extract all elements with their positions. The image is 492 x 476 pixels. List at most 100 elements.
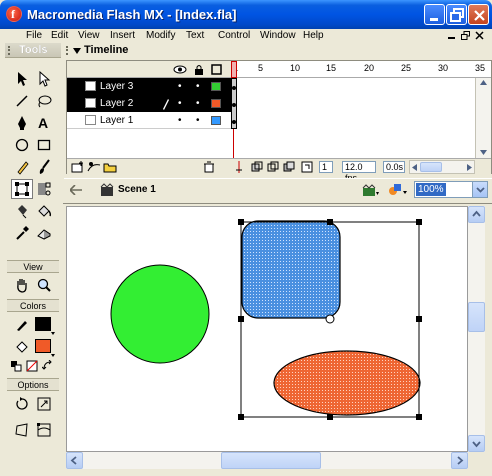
menu-modify[interactable]: Modify (146, 29, 175, 42)
mdi-restore-button[interactable] (461, 31, 470, 43)
lasso-tool[interactable] (33, 91, 55, 111)
scroll-down-button[interactable] (468, 435, 485, 452)
menu-control[interactable]: Control (218, 29, 250, 42)
trash-icon[interactable] (203, 161, 215, 173)
menu-file[interactable]: File (26, 29, 42, 42)
elapsed-time-field[interactable]: 0.0s (383, 161, 405, 173)
maximize-button[interactable] (446, 4, 467, 25)
scroll-left-button[interactable] (66, 452, 83, 469)
mdi-minimize-button[interactable] (447, 31, 456, 43)
close-button[interactable] (468, 4, 489, 25)
menu-text[interactable]: Text (186, 29, 204, 42)
text-tool[interactable]: A (33, 113, 55, 133)
eraser-tool[interactable] (33, 223, 55, 243)
current-frame-field[interactable]: 1 (319, 161, 333, 173)
stage-hscroll[interactable] (66, 452, 468, 469)
free-transform-tool[interactable] (11, 179, 33, 199)
swap-colors-button[interactable] (41, 359, 55, 373)
tools-panel-header[interactable]: Tools (5, 43, 61, 58)
edit-multiple-frames-icon[interactable] (283, 161, 296, 173)
outline-icon[interactable] (211, 64, 222, 75)
menu-view[interactable]: View (78, 29, 100, 42)
panel-grip-icon[interactable] (8, 46, 12, 55)
brush-tool[interactable] (33, 157, 55, 177)
paint-bucket-tool[interactable] (33, 201, 55, 221)
stroke-dropdown-icon[interactable] (51, 327, 55, 335)
pen-tool[interactable] (11, 113, 33, 133)
insert-layer-icon[interactable] (71, 161, 85, 173)
subselect-tool[interactable] (33, 69, 55, 89)
scroll-thumb[interactable] (468, 302, 485, 332)
blue-rounded-square-shape[interactable] (241, 220, 341, 319)
menu-window[interactable]: Window (260, 29, 296, 42)
layer-color-swatch[interactable] (211, 82, 221, 91)
menu-help[interactable]: Help (303, 29, 324, 42)
stage-vscroll[interactable] (468, 206, 485, 452)
layer-color-swatch[interactable] (211, 116, 221, 125)
insert-folder-icon[interactable] (103, 161, 117, 173)
frame-rate-field[interactable]: 12.0 fps (342, 161, 376, 183)
fill-dropdown-icon[interactable] (51, 349, 55, 357)
layer-row-3[interactable]: Layer 3 • • (67, 78, 231, 95)
timeline-header[interactable]: Timeline (64, 43, 492, 58)
hand-tool[interactable] (11, 275, 33, 295)
flash-app-icon[interactable]: f (6, 6, 22, 22)
eyedropper-tool[interactable] (11, 223, 33, 243)
fill-color-swatch[interactable] (35, 339, 51, 353)
lock-dot[interactable]: • (196, 95, 200, 112)
no-color-button[interactable] (25, 359, 39, 373)
mdi-close-button[interactable] (475, 31, 484, 43)
playhead[interactable] (231, 61, 237, 78)
pencil-tool[interactable] (11, 157, 33, 177)
modify-onion-markers-icon[interactable] (301, 161, 314, 173)
lock-dot[interactable]: • (196, 78, 200, 95)
scroll-up-button[interactable] (468, 206, 485, 223)
zoom-select[interactable]: 100% (414, 181, 488, 198)
green-circle-shape[interactable] (110, 264, 210, 364)
timeline-hscroll[interactable] (409, 160, 475, 174)
edit-symbols-icon[interactable] (388, 182, 408, 198)
envelope-option[interactable] (33, 420, 55, 440)
onion-skin-outlines-icon[interactable] (267, 161, 280, 173)
timeline-vscroll[interactable] (475, 78, 491, 158)
lock-dot[interactable]: • (196, 112, 200, 129)
lock-icon[interactable] (194, 64, 204, 75)
scroll-thumb[interactable] (221, 452, 321, 469)
stage-canvas[interactable] (66, 206, 468, 452)
visibility-dot[interactable]: • (178, 95, 182, 112)
default-colors-button[interactable] (9, 359, 23, 373)
layer-color-swatch[interactable] (211, 99, 221, 108)
menu-insert[interactable]: Insert (110, 29, 135, 42)
visibility-dot[interactable]: • (178, 78, 182, 95)
add-guide-layer-icon[interactable] (87, 161, 101, 173)
zoom-tool[interactable] (33, 275, 55, 295)
layer-row-2[interactable]: Layer 2 • • (67, 95, 231, 112)
menu-edit[interactable]: Edit (51, 29, 68, 42)
scroll-right-button[interactable] (451, 452, 468, 469)
frame-ruler[interactable]: 1 5 10 15 20 25 30 35 (231, 61, 491, 78)
arrow-tool[interactable] (11, 69, 33, 89)
eye-icon[interactable] (173, 65, 187, 74)
line-tool[interactable] (11, 91, 33, 111)
oval-tool[interactable] (11, 135, 33, 155)
minimize-button[interactable] (424, 4, 445, 25)
rectangle-tool[interactable] (33, 135, 55, 155)
center-frame-icon[interactable] (235, 161, 243, 173)
keyframe-cell[interactable] (231, 78, 237, 129)
layer-row-1[interactable]: Layer 1 • • (67, 112, 231, 129)
back-arrow-icon[interactable] (70, 185, 82, 195)
collapse-arrow-icon[interactable] (73, 47, 81, 55)
visibility-dot[interactable]: • (178, 112, 182, 129)
scale-option[interactable] (33, 394, 55, 414)
distort-option[interactable] (11, 420, 33, 440)
panel-grip-icon[interactable] (66, 46, 70, 55)
transform-center-point[interactable] (325, 314, 335, 324)
onion-skin-icon[interactable] (251, 161, 264, 173)
orange-ellipse-shape[interactable] (273, 350, 421, 416)
edit-scene-icon[interactable] (362, 183, 380, 197)
zoom-dropdown-button[interactable] (472, 182, 487, 197)
fill-transform-tool[interactable] (33, 179, 55, 199)
stroke-color-swatch[interactable] (35, 317, 51, 331)
rotate-option[interactable] (11, 394, 33, 414)
ink-bottle-tool[interactable] (11, 201, 33, 221)
